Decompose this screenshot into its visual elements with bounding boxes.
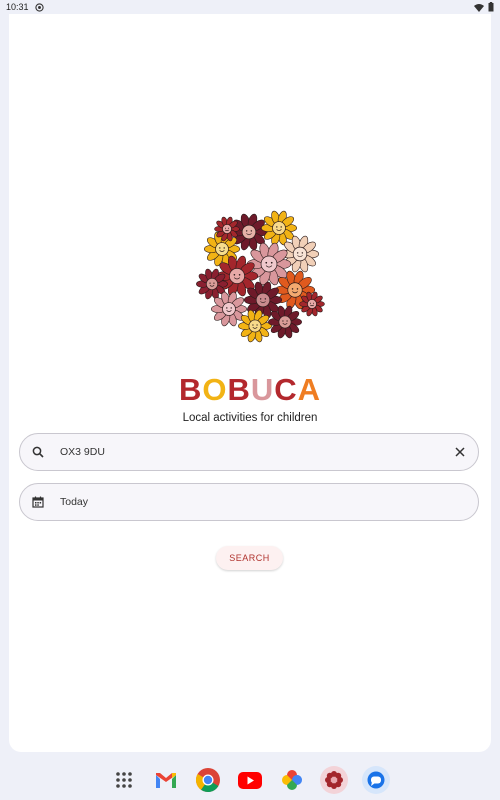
flower-app-icon[interactable] xyxy=(320,766,348,794)
photos-icon[interactable] xyxy=(278,766,306,794)
brand-letter: A xyxy=(297,372,322,407)
brand-title: BOBUCA xyxy=(9,372,491,408)
search-icon xyxy=(30,444,46,460)
messages-icon[interactable] xyxy=(362,766,390,794)
main-card: BOBUCA Local activities for children OX3… xyxy=(9,14,491,752)
search-input[interactable]: OX3 9DU xyxy=(60,446,452,458)
gmail-icon[interactable] xyxy=(152,766,180,794)
brand-letter: O xyxy=(202,372,228,407)
battery-icon xyxy=(488,2,494,12)
youtube-icon[interactable] xyxy=(236,766,264,794)
brand-letter: B xyxy=(178,372,203,407)
brand-letter: B xyxy=(227,372,251,407)
brand-letter: C xyxy=(274,372,298,407)
status-bar: 10:31 xyxy=(0,0,500,14)
date-input[interactable]: Today xyxy=(60,496,468,508)
location-search-field[interactable]: OX3 9DU xyxy=(19,433,479,471)
close-icon[interactable] xyxy=(452,444,468,460)
chrome-icon[interactable] xyxy=(194,766,222,794)
tagline: Local activities for children xyxy=(182,412,318,424)
status-time: 10:31 xyxy=(6,2,29,12)
notification-icon xyxy=(34,2,44,12)
calendar-icon xyxy=(30,494,46,510)
wifi-icon xyxy=(474,3,484,12)
bobuca-logo xyxy=(187,204,337,354)
app-drawer-icon[interactable] xyxy=(110,766,138,794)
date-field[interactable]: Today xyxy=(19,483,479,521)
search-button[interactable]: SEARCH xyxy=(216,546,283,570)
brand-letter: U xyxy=(250,372,275,407)
app-dock xyxy=(0,760,500,800)
flower-shape xyxy=(261,210,297,246)
